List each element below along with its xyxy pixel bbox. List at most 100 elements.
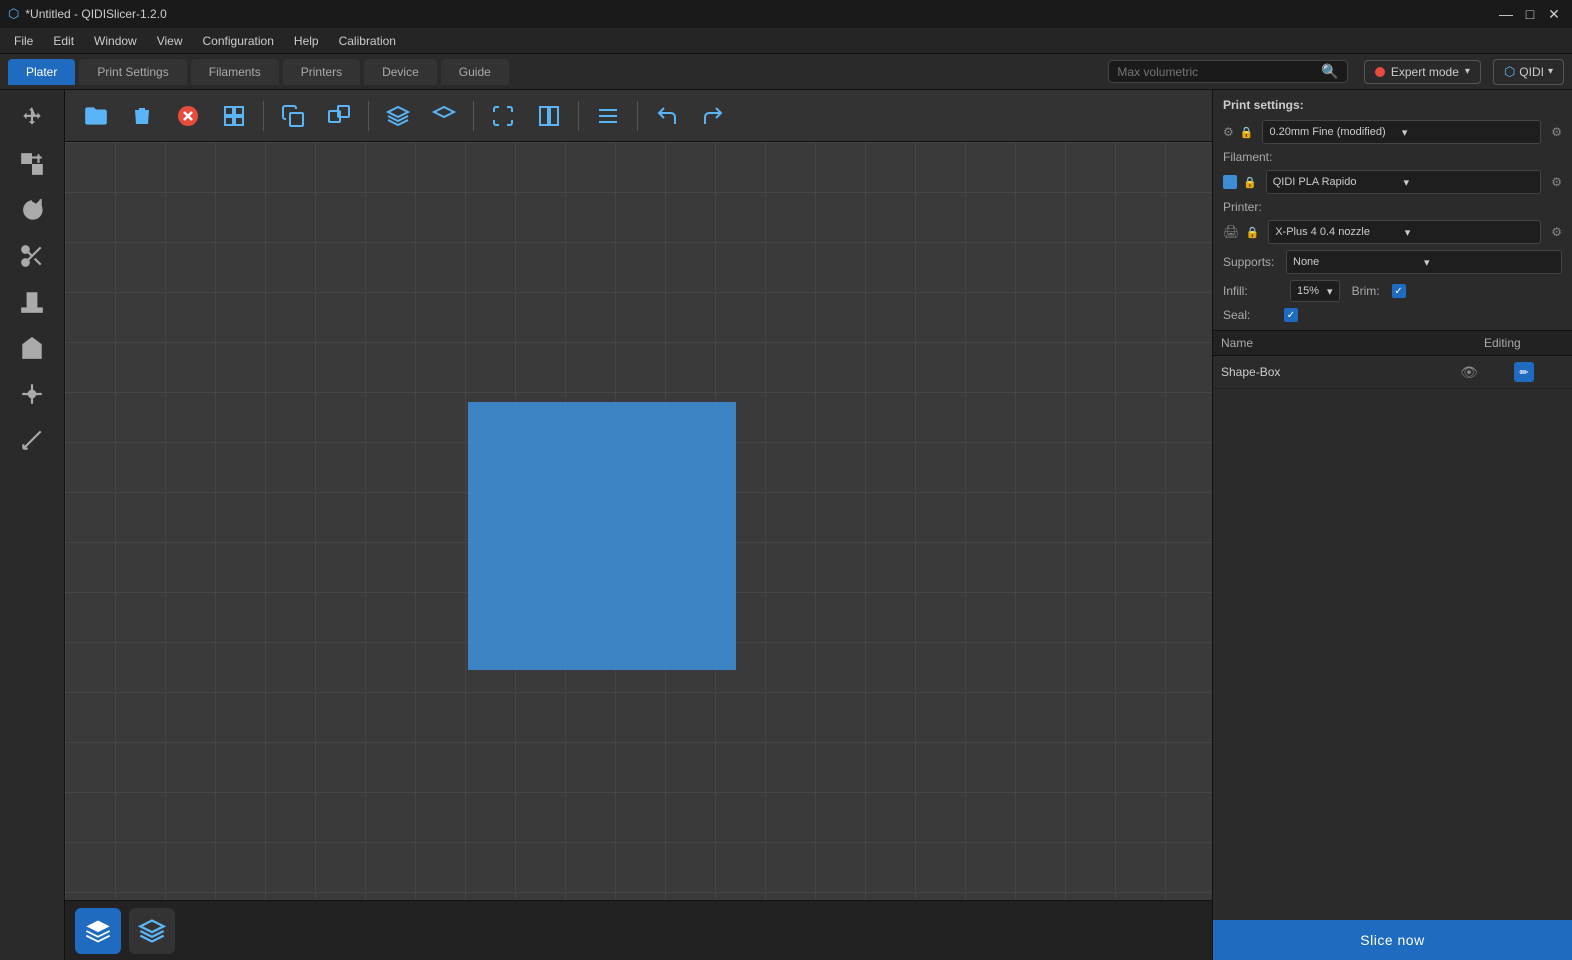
expert-mode-indicator	[1375, 67, 1385, 77]
menu-help[interactable]: Help	[286, 31, 327, 51]
menu-view[interactable]: View	[149, 31, 191, 51]
supports-value: None	[1293, 256, 1424, 268]
rotate-tool[interactable]	[8, 188, 56, 232]
supports-label: Supports:	[1223, 255, 1278, 269]
bottom-toolbar	[65, 900, 1212, 960]
supports-select[interactable]: None ▾	[1286, 250, 1562, 274]
print-settings-title: Print settings:	[1223, 98, 1304, 112]
print-settings-panel: Print settings: ⚙ 🔒 0.20mm Fine (modifie…	[1213, 90, 1572, 331]
delete-button[interactable]	[121, 97, 163, 135]
filament-color-swatch	[1223, 175, 1237, 189]
tab-guide[interactable]: Guide	[441, 59, 509, 85]
maximize-button[interactable]: □	[1520, 4, 1540, 24]
layers-button[interactable]	[587, 97, 629, 135]
printer-select[interactable]: X-Plus 4 0.4 nozzle ▾	[1268, 220, 1541, 244]
printer-lock-icon: 🔒	[1246, 226, 1260, 239]
qidi-button[interactable]: ⬡ QIDI ▾	[1493, 59, 1564, 85]
undo-button[interactable]	[646, 97, 688, 135]
seal-label: Seal:	[1223, 308, 1278, 322]
left-toolbar	[0, 90, 65, 960]
fdm-tool[interactable]	[8, 326, 56, 370]
view-top-button[interactable]	[423, 97, 465, 135]
col-editing: Editing	[1484, 336, 1564, 350]
3d-view-btn[interactable]	[75, 908, 121, 954]
tab-device[interactable]: Device	[364, 59, 437, 85]
copy-button[interactable]	[272, 97, 314, 135]
canvas-area	[65, 90, 1212, 960]
infill-chevron: ▾	[1327, 285, 1333, 298]
sep5	[637, 101, 638, 131]
infill-select[interactable]: 15% ▾	[1290, 280, 1340, 302]
tab-printers[interactable]: Printers	[283, 59, 360, 85]
sep3	[473, 101, 474, 131]
brim-checkbox[interactable]: ✓	[1392, 284, 1406, 298]
split-objects-button[interactable]	[482, 97, 524, 135]
titlebar: ⬡ *Untitled - QIDISlicer-1.2.0 — □ ✕	[0, 0, 1572, 28]
brim-label: Brim:	[1352, 284, 1380, 298]
quality-settings-icon[interactable]: ⚙	[1551, 125, 1562, 139]
filament-label: Filament:	[1223, 150, 1278, 164]
printer-icon: 🖨	[1223, 224, 1240, 240]
printer-value: X-Plus 4 0.4 nozzle	[1275, 226, 1405, 238]
menu-configuration[interactable]: Configuration	[195, 31, 282, 51]
menu-edit[interactable]: Edit	[45, 31, 82, 51]
minimize-button[interactable]: —	[1496, 4, 1516, 24]
filament-settings-icon[interactable]: ⚙	[1551, 175, 1562, 189]
move-tool[interactable]	[8, 96, 56, 140]
print-settings-lock-icon: 🔒	[1240, 126, 1254, 139]
object-name: Shape-Box	[1221, 365, 1454, 379]
expert-mode-label: Expert mode	[1391, 65, 1459, 79]
tabbar: Plater Print Settings Filaments Printers…	[0, 54, 1572, 90]
printer-settings-icon[interactable]: ⚙	[1551, 225, 1562, 239]
main-layout: Print settings: ⚙ 🔒 0.20mm Fine (modifie…	[0, 90, 1572, 960]
infill-label: Infill:	[1223, 284, 1278, 298]
measure-tool[interactable]	[8, 418, 56, 462]
menu-file[interactable]: File	[6, 31, 41, 51]
view3d-button[interactable]	[377, 97, 419, 135]
shape-box-object[interactable]	[468, 402, 736, 670]
viewport[interactable]	[65, 142, 1212, 900]
seal-checkbox[interactable]: ✓	[1284, 308, 1298, 322]
sep2	[368, 101, 369, 131]
layers-view-btn[interactable]	[129, 908, 175, 954]
tab-print-settings[interactable]: Print Settings	[79, 59, 186, 85]
print-settings-gear-icon[interactable]: ⚙	[1223, 125, 1234, 139]
slice-label: Slice now	[1360, 932, 1424, 948]
open-button[interactable]	[75, 97, 117, 135]
arrange-button[interactable]	[213, 97, 255, 135]
redo-button[interactable]	[692, 97, 734, 135]
col-visible	[1454, 336, 1484, 350]
visibility-icon[interactable]: 👁	[1454, 364, 1484, 381]
cut-objects-button[interactable]	[528, 97, 570, 135]
edit-icon[interactable]: ✏	[1514, 362, 1534, 382]
search-icon: 🔍	[1321, 63, 1338, 80]
menubar: File Edit Window View Configuration Help…	[0, 28, 1572, 54]
quality-select[interactable]: 0.20mm Fine (modified) ▾	[1262, 120, 1541, 144]
slice-button[interactable]: Slice now	[1213, 920, 1572, 960]
table-row[interactable]: Shape-Box 👁 ✏	[1213, 356, 1572, 389]
scale-tool[interactable]	[8, 142, 56, 186]
menu-calibration[interactable]: Calibration	[331, 31, 404, 51]
sep1	[263, 101, 264, 131]
delete-all-button[interactable]	[167, 97, 209, 135]
top-toolbar	[65, 90, 1212, 142]
search-input[interactable]	[1117, 65, 1317, 79]
filament-lock-icon: 🔒	[1243, 176, 1257, 189]
sep4	[578, 101, 579, 131]
object-list: Name Editing Shape-Box 👁 ✏	[1213, 331, 1572, 920]
tab-plater[interactable]: Plater	[8, 59, 75, 85]
close-button[interactable]: ✕	[1544, 4, 1564, 24]
quality-chevron: ▾	[1402, 126, 1534, 139]
supports-chevron: ▾	[1424, 256, 1555, 269]
expert-mode-button[interactable]: Expert mode ▾	[1364, 60, 1481, 84]
quality-value: 0.20mm Fine (modified)	[1269, 126, 1401, 138]
support-tool[interactable]	[8, 280, 56, 324]
filament-select[interactable]: QIDI PLA Rapido ▾	[1266, 170, 1542, 194]
seam-tool[interactable]	[8, 372, 56, 416]
infill-value: 15%	[1297, 285, 1319, 297]
brim-text: Brim:	[1352, 284, 1380, 298]
cut-tool[interactable]	[8, 234, 56, 278]
instance-button[interactable]	[318, 97, 360, 135]
menu-window[interactable]: Window	[86, 31, 145, 51]
tab-filaments[interactable]: Filaments	[191, 59, 279, 85]
